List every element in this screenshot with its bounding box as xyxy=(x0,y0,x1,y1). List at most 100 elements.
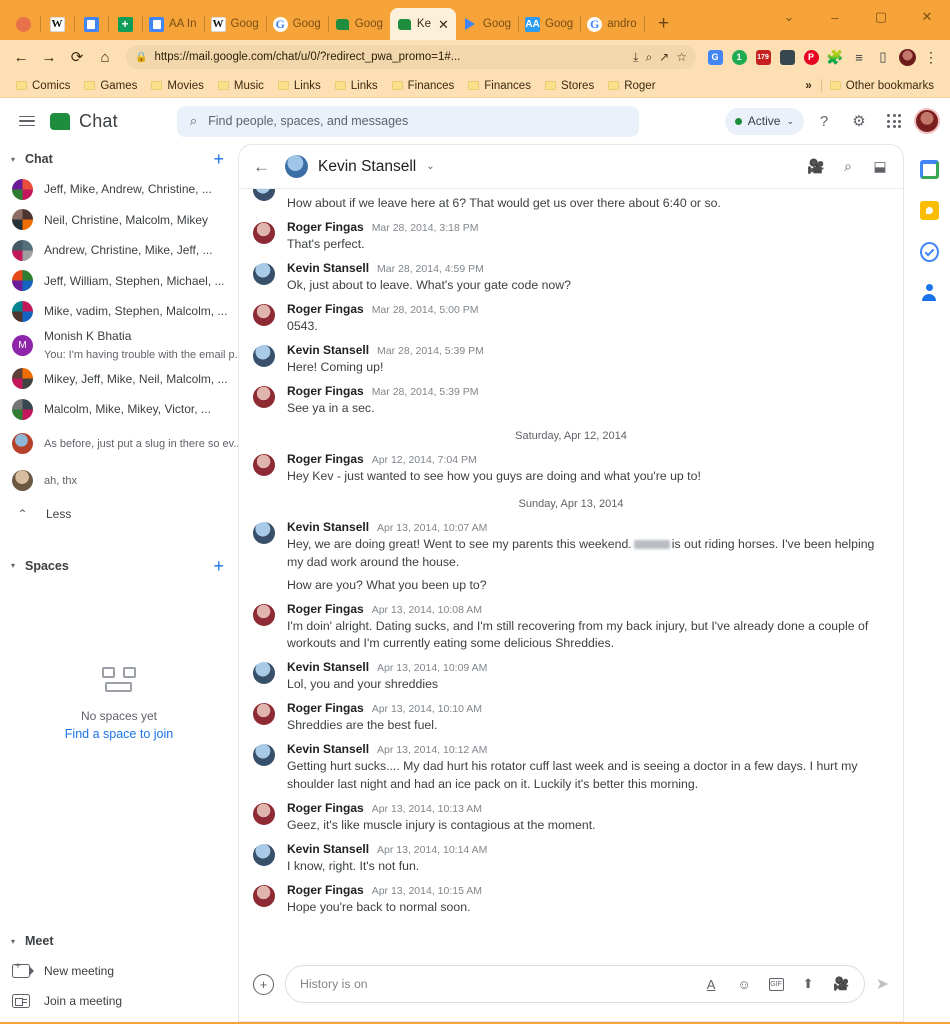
meet-section-header[interactable]: ▾ Meet xyxy=(0,926,238,956)
message-input[interactable]: History is on A ☺ GIF ⬆ 🎥 xyxy=(285,965,865,1003)
format-text-icon[interactable]: A xyxy=(703,976,720,993)
tab-asana[interactable] xyxy=(6,8,41,40)
search-in-conversation-icon[interactable]: ⌕ xyxy=(839,158,857,176)
bookmarks-overflow-button[interactable]: » xyxy=(798,80,818,92)
bookmark-games[interactable]: Games xyxy=(78,76,143,96)
other-bookmarks-button[interactable]: Other bookmarks xyxy=(824,76,940,96)
share-icon[interactable]: ↗ xyxy=(659,50,669,64)
tab-wikipedia-2[interactable]: W Goog xyxy=(204,8,267,40)
new-meeting-button[interactable]: New meeting xyxy=(0,956,238,986)
bookmark-finances-2[interactable]: Finances xyxy=(462,76,537,96)
contacts-icon[interactable] xyxy=(920,283,939,302)
sidebar-chat-item[interactable]: Jeff, William, Stephen, Michael, ... xyxy=(0,266,238,297)
asana-icon xyxy=(15,16,31,32)
find-space-link[interactable]: Find a space to join xyxy=(0,727,238,741)
bookmark-stores[interactable]: Stores xyxy=(539,76,600,96)
back-button[interactable]: ← xyxy=(8,44,34,70)
sidebar-chat-item[interactable]: M Monish K Bhatia You: I'm having troubl… xyxy=(0,327,238,364)
maximize-button[interactable]: ▢ xyxy=(858,0,904,34)
bookmark-roger[interactable]: Roger xyxy=(602,76,661,96)
hamburger-menu-icon[interactable] xyxy=(10,104,44,138)
sidebar-chat-item[interactable]: Mikey, Jeff, Mike, Neil, Malcolm, ... xyxy=(0,364,238,395)
bookmark-comics[interactable]: Comics xyxy=(10,76,76,96)
video-call-icon[interactable]: 🎥 xyxy=(807,158,825,176)
close-window-button[interactable]: ✕ xyxy=(904,0,950,34)
tab-kevin-active[interactable]: Ke ✕ xyxy=(389,8,456,40)
profile-avatar[interactable] xyxy=(896,46,918,68)
gif-icon[interactable]: GIF xyxy=(768,977,784,991)
one-password-icon[interactable]: 1 xyxy=(728,46,750,68)
keep-icon[interactable] xyxy=(919,201,939,220)
star-icon[interactable]: ☆ xyxy=(676,50,687,64)
sidebar-chat-item[interactable]: Mike, vadim, Stephen, Malcolm, ... xyxy=(0,296,238,327)
chevron-down-icon[interactable]: ⌄ xyxy=(426,161,434,172)
add-attachment-icon[interactable]: + xyxy=(253,973,274,995)
message-row: Kevin Stansell Apr 13, 2014, 10:14 AM I … xyxy=(253,838,889,879)
message-list[interactable]: How about if we leave here at 6? That wo… xyxy=(239,189,903,955)
account-avatar[interactable] xyxy=(914,108,940,134)
google-translate-icon[interactable]: G xyxy=(704,46,726,68)
gear-icon[interactable]: ⚙ xyxy=(844,106,874,136)
folder-icon xyxy=(84,81,96,90)
sidebar-chat-item[interactable]: Jeff, Mike, Andrew, Christine, ... xyxy=(0,174,238,205)
new-tab-button[interactable]: + xyxy=(650,10,678,38)
new-space-button[interactable]: + xyxy=(213,557,224,575)
bookmark-finances-1[interactable]: Finances xyxy=(386,76,461,96)
show-less-button[interactable]: ⌃ Less xyxy=(0,499,238,529)
home-button[interactable]: ⌂ xyxy=(92,44,118,70)
upload-file-icon[interactable]: ⬆ xyxy=(800,976,817,993)
address-bar[interactable]: 🔒 https://mail.google.com/chat/u/0/?redi… xyxy=(126,45,696,69)
sidebar-chat-item[interactable]: ah, thx xyxy=(0,462,238,499)
tab-google-play[interactable]: Goog xyxy=(456,8,520,40)
video-meeting-icon[interactable]: 🎥 xyxy=(833,976,850,993)
tab-search-icon[interactable]: ⌄ xyxy=(766,0,812,34)
open-in-new-window-icon[interactable]: ⬓ xyxy=(871,158,889,176)
sidebar-chat-item[interactable]: Andrew, Christine, Mike, Jeff, ... xyxy=(0,235,238,266)
side-panel-icon[interactable]: ▯ xyxy=(872,46,894,68)
tasks-icon[interactable] xyxy=(920,242,939,261)
spaces-section-header[interactable]: ▾ Spaces + xyxy=(0,551,238,581)
tab-google-docs-1[interactable] xyxy=(74,8,109,40)
calendar-icon[interactable] xyxy=(919,160,939,179)
tab-close-icon[interactable]: ✕ xyxy=(438,18,449,31)
bookmark-links-2[interactable]: Links xyxy=(329,76,384,96)
install-icon[interactable]: ⤓ xyxy=(633,50,638,65)
tab-android[interactable]: G andro xyxy=(580,8,645,40)
send-icon[interactable]: ➤ xyxy=(876,974,889,994)
chat-section-header[interactable]: ▾ Chat + xyxy=(0,144,238,174)
sidebar-chat-item[interactable]: Malcolm, Mike, Mikey, Victor, ... xyxy=(0,394,238,425)
reload-button[interactable]: ⟳ xyxy=(64,44,90,70)
help-icon[interactable]: ? xyxy=(809,106,839,136)
monogram-avatar-m: M xyxy=(12,334,33,356)
tab-play-store[interactable]: A Goog xyxy=(518,8,582,40)
sender-name: Roger Fingas xyxy=(287,383,364,398)
sidebar-chat-item[interactable]: As before, just put a slug in there so e… xyxy=(0,425,238,462)
emoji-icon[interactable]: ☺ xyxy=(736,976,753,993)
minimize-button[interactable]: – xyxy=(812,0,858,34)
bookmark-movies[interactable]: Movies xyxy=(145,76,209,96)
pinterest-icon[interactable]: P xyxy=(800,46,822,68)
new-chat-button[interactable]: + xyxy=(213,150,224,168)
search-input[interactable]: ⌕ Find people, spaces, and messages xyxy=(176,105,639,137)
status-badge[interactable]: Active ⌄ xyxy=(724,107,804,135)
tab-google-1[interactable]: G Goog xyxy=(266,8,329,40)
puzzle-extensions-icon[interactable]: 🧩 xyxy=(824,46,846,68)
tab-google-chat-1[interactable]: Goog xyxy=(328,8,390,40)
forward-button[interactable]: → xyxy=(36,44,62,70)
folder-icon xyxy=(544,81,556,90)
calendar-badge-icon[interactable]: 179 xyxy=(752,46,774,68)
image-extension-icon[interactable] xyxy=(776,46,798,68)
bookmark-links-1[interactable]: Links xyxy=(272,76,327,96)
zoom-icon[interactable]: ⌕ xyxy=(645,50,652,65)
reading-list-icon[interactable]: ≡ xyxy=(848,46,870,68)
join-meeting-button[interactable]: Join a meeting xyxy=(0,986,238,1016)
sidebar-chat-item[interactable]: Neil, Christine, Malcolm, Mikey xyxy=(0,205,238,236)
apps-grid-icon[interactable] xyxy=(879,106,909,136)
back-arrow-icon[interactable]: ← xyxy=(253,157,275,177)
three-dot-menu-icon[interactable]: ⋮ xyxy=(920,46,942,68)
tab-google-sheets[interactable] xyxy=(108,8,143,40)
google-docs-icon xyxy=(149,16,164,32)
bookmark-music[interactable]: Music xyxy=(212,76,270,96)
tab-aa-inv[interactable]: AA In xyxy=(142,8,205,40)
tab-wikipedia-1[interactable]: W xyxy=(40,8,75,40)
